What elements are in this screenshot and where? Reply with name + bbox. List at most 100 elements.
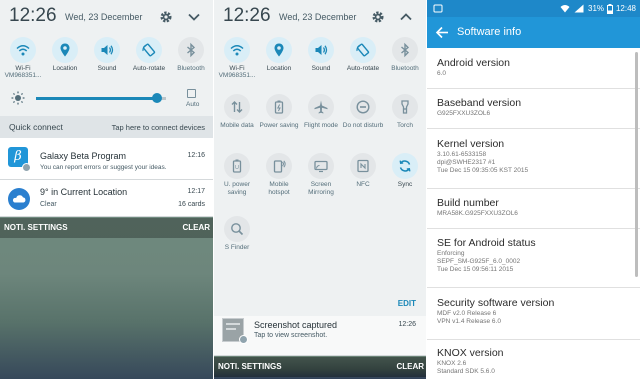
notification-card[interactable]: 9° in Current Location 12:17 Clear 16 ca… — [0, 180, 213, 217]
info-item-kernel-version[interactable]: Kernel version 3.10.61-6533158 dpi@SWHE2… — [437, 138, 626, 175]
noti-settings-bar: NOTI. SETTINGS CLEAR — [214, 357, 426, 377]
toggle-location[interactable]: Location — [258, 34, 300, 73]
toggle-mobile-hotspot[interactable]: Mobile hotspot — [258, 150, 300, 197]
toggle-label: Screen Mirroring — [308, 181, 334, 196]
battery-percent: 31% — [588, 4, 605, 13]
toggle-do-not-disturb[interactable]: Do not disturb — [342, 91, 384, 130]
toggle-nfc[interactable]: NFC — [342, 150, 384, 189]
toggle-screen-mirroring[interactable]: Screen Mirroring — [300, 150, 342, 197]
notification-card[interactable]: Screenshot captured 12:26 Tap to view sc… — [214, 316, 426, 356]
noti-settings-button[interactable]: NOTI. SETTINGS — [4, 223, 68, 232]
toggle-wifi[interactable]: Wi-Fi VM968351... — [2, 34, 44, 80]
quick-connect-hint: Tap here to connect devices — [111, 123, 205, 132]
settings-gear-icon[interactable] — [370, 9, 386, 25]
toggle-label: Location — [266, 65, 292, 72]
toggle-auto-rotate[interactable]: Auto-rotate — [342, 34, 384, 73]
toggle-flight-mode[interactable]: Flight mode — [300, 91, 342, 130]
software-info-screen: 31% 12:48 Software info Android version … — [427, 0, 640, 379]
scrollbar[interactable] — [635, 52, 638, 277]
toggle-sound[interactable]: Sound — [86, 34, 128, 73]
toggle-label: Location — [52, 65, 78, 72]
quick-settings-grid-row: U U. power saving Mobile hotspot Screen … — [214, 150, 426, 202]
wifi-status-icon — [560, 5, 570, 13]
toggle-label: Flight mode — [304, 122, 338, 129]
auto-rotate-icon — [142, 43, 156, 57]
info-item-se-android-status[interactable]: SE for Android status Enforcing SEPF_SM-… — [437, 237, 626, 274]
toggle-label: U. power saving — [223, 181, 250, 196]
toggle-label: S Finder — [224, 244, 250, 251]
noti-settings-button[interactable]: NOTI. SETTINGS — [218, 362, 282, 371]
info-value: Standard SDK 5.6.0 — [437, 368, 495, 375]
notification-title: Screenshot captured — [254, 320, 338, 330]
toggle-bluetooth[interactable]: Bluetooth — [170, 34, 212, 73]
toggle-label: Sync — [397, 181, 413, 188]
power-saving-icon — [274, 100, 284, 114]
torch-icon — [401, 100, 409, 114]
toggle-ultra-power-saving[interactable]: U U. power saving — [216, 150, 258, 197]
toggle-sync[interactable]: Sync — [384, 150, 426, 189]
clear-button[interactable]: CLEAR — [396, 362, 424, 371]
info-item-android-version[interactable]: Android version 6.0 — [437, 57, 626, 78]
toggle-label: Bluetooth — [391, 65, 419, 72]
info-item-build-number[interactable]: Build number MRA58K.G925FXXU3ZOL6 — [437, 197, 626, 218]
edit-button[interactable]: EDIT — [398, 299, 416, 308]
toggle-label: Sound — [97, 65, 117, 72]
clock: 12:26 — [9, 5, 57, 26]
info-title: SE for Android status — [437, 237, 536, 249]
info-item-baseband-version[interactable]: Baseband version G925FXXU3ZOL6 — [437, 97, 626, 118]
toggle-auto-rotate[interactable]: Auto-rotate — [128, 34, 170, 73]
notification-shade-collapsed: 12:26 Wed, 23 December Wi-Fi VM968351...… — [0, 0, 213, 379]
noti-settings-bar: NOTI. SETTINGS CLEAR — [0, 218, 213, 238]
shade-header: 12:26 Wed, 23 December — [0, 0, 213, 34]
quick-connect-bar[interactable]: Quick connect Tap here to connect device… — [0, 116, 213, 138]
divider — [427, 128, 640, 129]
notification-count: 16 cards — [178, 201, 205, 208]
location-icon — [60, 43, 70, 57]
info-item-security-software-version[interactable]: Security software version MDF v2.0 Relea… — [437, 297, 626, 326]
quick-settings-grid-row: Wi-Fi VM968351... Location Sound Auto-ro… — [214, 34, 426, 84]
do-not-disturb-icon — [356, 100, 370, 114]
sync-icon — [399, 160, 411, 172]
mobile-data-icon — [231, 101, 243, 113]
divider — [427, 188, 640, 189]
notification-time: 12:16 — [187, 152, 205, 159]
toggle-label: Mobile hotspot — [268, 181, 290, 196]
bluetooth-icon — [401, 42, 410, 58]
info-value: Enforcing — [437, 250, 465, 257]
shade-header: 12:26 Wed, 23 December — [214, 0, 426, 34]
info-value: MDF v2.0 Release 6 — [437, 310, 497, 317]
toggle-location[interactable]: Location — [44, 34, 86, 73]
toggle-mobile-data[interactable]: Mobile data — [216, 91, 258, 130]
info-value: 3.10.61-6533158 — [437, 151, 487, 158]
toggle-label: Auto-rotate — [132, 65, 166, 72]
app-badge-icon — [22, 163, 31, 172]
quick-settings-grid-row: Mobile data Power saving Flight mode Do … — [214, 91, 426, 143]
brightness-slider[interactable] — [36, 93, 166, 103]
toggle-bluetooth[interactable]: Bluetooth — [384, 34, 426, 73]
notification-time: 12:17 — [187, 188, 205, 195]
info-value: dpi@SWHE2317 #1 — [437, 159, 496, 166]
notification-status-icon — [433, 4, 443, 13]
info-title: Security software version — [437, 297, 555, 309]
status-bar: 31% 12:48 — [427, 0, 640, 17]
toggle-wifi[interactable]: Wi-Fi VM968351... — [216, 34, 258, 80]
brightness-thumb[interactable] — [151, 93, 162, 103]
toggle-label: Sound — [311, 65, 331, 72]
toggle-power-saving[interactable]: Power saving — [258, 91, 300, 130]
sound-icon — [101, 45, 114, 55]
clear-button[interactable]: CLEAR — [182, 223, 210, 232]
toggle-s-finder[interactable]: S Finder — [216, 213, 258, 252]
collapse-chevron-up-icon[interactable] — [398, 9, 414, 25]
info-value: VPN v1.4 Release 6.0 — [437, 318, 501, 325]
auto-brightness-label: Auto — [186, 101, 200, 108]
back-arrow-icon[interactable] — [435, 26, 449, 39]
toggle-sound[interactable]: Sound — [300, 34, 342, 73]
toggle-label: Do not disturb — [342, 122, 384, 129]
notification-card[interactable]: β Galaxy Beta Program 12:16 You can repo… — [0, 139, 213, 180]
settings-gear-icon[interactable] — [158, 9, 174, 25]
flight-mode-icon — [314, 100, 328, 114]
expand-chevron-down-icon[interactable] — [186, 9, 202, 25]
toggle-torch[interactable]: Torch — [384, 91, 426, 130]
info-item-knox-version[interactable]: KNOX version KNOX 2.6 Standard SDK 5.6.0 — [437, 347, 626, 376]
auto-brightness-checkbox[interactable] — [187, 89, 196, 98]
